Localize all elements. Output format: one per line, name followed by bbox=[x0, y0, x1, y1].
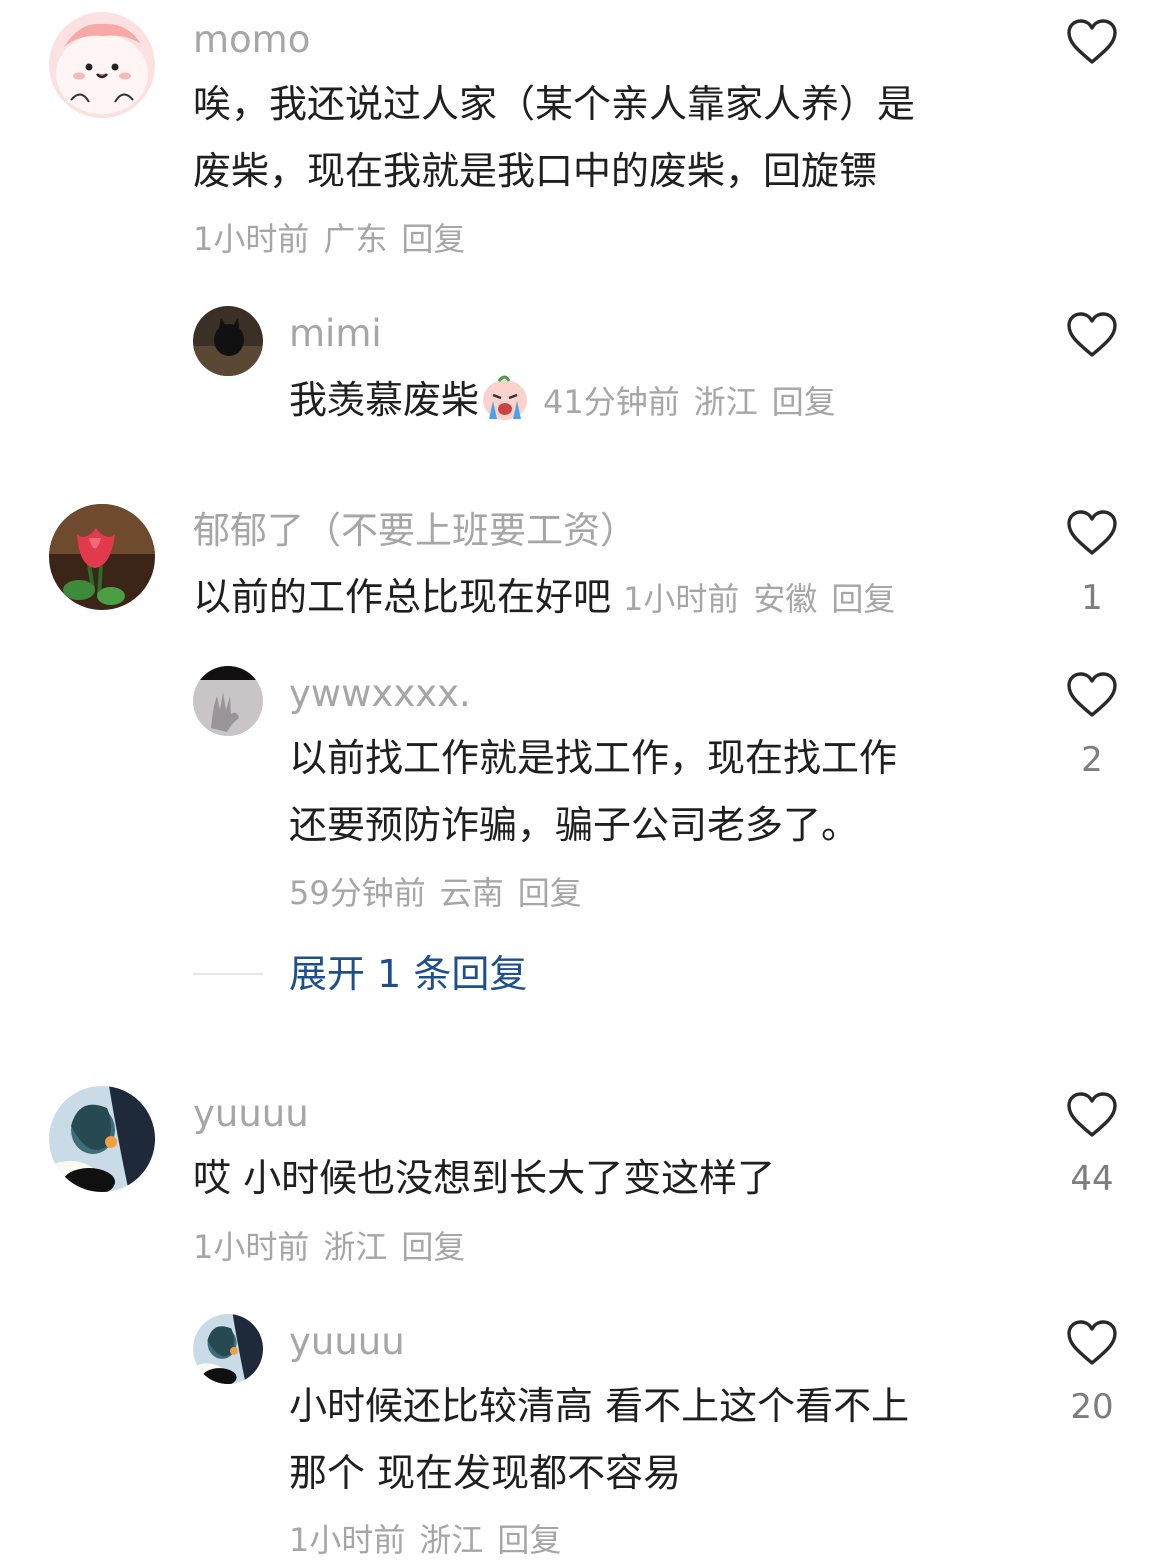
reply-text-line-2: 还要预防诈骗，骗子公司老多了。 bbox=[289, 803, 860, 847]
avatar-ywwxxxx[interactable] bbox=[193, 666, 263, 736]
heart-icon bbox=[1067, 672, 1117, 717]
reply-text-line-2: 那个 现在发现都不容易 bbox=[289, 1451, 682, 1495]
avatar-momo[interactable] bbox=[49, 12, 155, 118]
like-count: 44 bbox=[1070, 1159, 1114, 1199]
like-count: 2 bbox=[1081, 740, 1103, 780]
expand-replies-button[interactable]: 展开 1 条回复 bbox=[289, 950, 527, 998]
reply-meta: 41分钟前 浙江 回复 bbox=[543, 383, 850, 421]
like-button[interactable] bbox=[1066, 671, 1118, 719]
reply-location: 浙江 bbox=[693, 383, 758, 421]
like-count: 20 bbox=[1070, 1387, 1114, 1427]
reply-text-line-1: 小时候还比较清高 看不上这个看不上 bbox=[289, 1384, 910, 1428]
avatar-yuuuu[interactable] bbox=[49, 1086, 155, 1192]
reply-meta: 1小时前 浙江 回复 bbox=[289, 1518, 575, 1562]
comment-location: 安徽 bbox=[753, 580, 818, 618]
username[interactable]: momo bbox=[193, 17, 310, 63]
like-button[interactable] bbox=[1066, 1319, 1118, 1367]
reply-text-row: 我羡慕废柴 41分钟前 浙江 回复 bbox=[289, 367, 850, 436]
like-button[interactable] bbox=[1066, 18, 1118, 66]
heart-icon bbox=[1067, 510, 1117, 555]
avatar-yuuuu-reply[interactable] bbox=[193, 1314, 263, 1384]
username[interactable]: 郁郁了（不要上班要工资） bbox=[193, 508, 637, 554]
hand-shadow-avatar-icon bbox=[193, 666, 263, 736]
like-button[interactable] bbox=[1066, 1091, 1118, 1139]
crying-emoji-icon bbox=[479, 371, 531, 423]
username[interactable]: ywwxxxx. bbox=[289, 671, 471, 717]
comment-meta: 1小时前 安徽 回复 bbox=[623, 580, 909, 618]
comment-time: 1小时前 bbox=[193, 1228, 310, 1266]
reply-button[interactable]: 回复 bbox=[401, 1228, 465, 1266]
like-button[interactable] bbox=[1066, 311, 1118, 359]
reply-meta: 59分钟前 云南 回复 bbox=[289, 871, 596, 915]
username[interactable]: mimi bbox=[289, 311, 382, 357]
reply-button[interactable]: 回复 bbox=[831, 580, 895, 618]
avatar-mimi[interactable] bbox=[193, 306, 263, 376]
avatar-yuyule[interactable] bbox=[49, 504, 155, 610]
reply-text: 我羡慕废柴 bbox=[289, 378, 480, 422]
reply-button[interactable]: 回复 bbox=[497, 1521, 561, 1559]
comment-text-line-1: 唉，我还说过人家（某个亲人靠家人养）是 bbox=[193, 82, 916, 126]
heart-icon bbox=[1067, 312, 1117, 357]
heart-icon bbox=[1067, 1320, 1117, 1365]
comment-text-line-2: 废柴，现在我就是我口中的废柴，回旋镖 bbox=[193, 149, 878, 193]
comment-text-row: 以前的工作总比现在好吧 1小时前 安徽 回复 bbox=[193, 564, 909, 633]
reply-button[interactable]: 回复 bbox=[401, 220, 465, 258]
reply-time: 1小时前 bbox=[289, 1521, 406, 1559]
reply-text-line-1: 以前找工作就是找工作，现在找工作 bbox=[289, 736, 898, 780]
reply-location: 浙江 bbox=[419, 1521, 484, 1559]
anime-girl-avatar-icon bbox=[49, 1086, 155, 1192]
reply-time: 41分钟前 bbox=[543, 383, 680, 421]
comment-meta: 1小时前 广东 回复 bbox=[193, 217, 479, 261]
heart-icon bbox=[1067, 19, 1117, 64]
comment-text: 哎 小时候也没想到长大了变这样了 bbox=[193, 1156, 776, 1200]
reply-button[interactable]: 回复 bbox=[518, 874, 582, 912]
reply-time: 59分钟前 bbox=[289, 874, 426, 912]
heart-icon bbox=[1067, 1092, 1117, 1137]
reply-button[interactable]: 回复 bbox=[772, 383, 836, 421]
tulip-avatar-icon bbox=[49, 504, 155, 610]
reply-location: 云南 bbox=[439, 874, 504, 912]
expand-divider bbox=[193, 973, 263, 975]
comment-text: 以前的工作总比现在好吧 bbox=[193, 575, 612, 619]
like-button[interactable] bbox=[1066, 509, 1118, 557]
like-count: 1 bbox=[1081, 578, 1103, 618]
username[interactable]: yuuuu bbox=[193, 1091, 309, 1137]
comment-location: 浙江 bbox=[323, 1228, 388, 1266]
anime-girl-avatar-icon bbox=[193, 1314, 263, 1384]
comment-time: 1小时前 bbox=[193, 220, 310, 258]
black-cat-avatar-icon bbox=[193, 306, 263, 376]
cartoon-pink-avatar-icon bbox=[49, 12, 155, 118]
comment-time: 1小时前 bbox=[623, 580, 740, 618]
comment-meta: 1小时前 浙江 回复 bbox=[193, 1225, 479, 1269]
username[interactable]: yuuuu bbox=[289, 1319, 405, 1365]
comment-location: 广东 bbox=[323, 220, 388, 258]
